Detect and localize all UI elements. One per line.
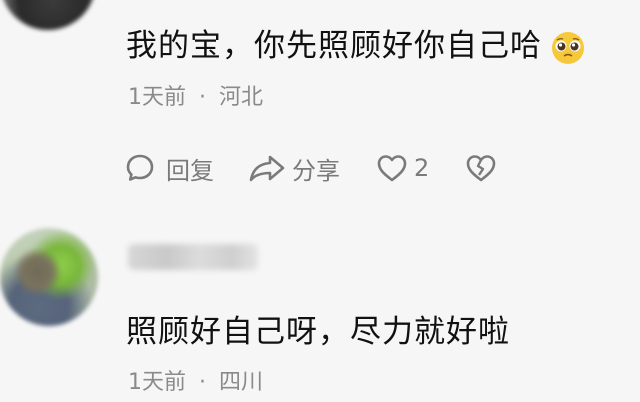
share-button[interactable]: 分享: [248, 151, 340, 186]
comment-time: 1天前: [128, 85, 186, 110]
comment-actions: 回复 分享 2: [124, 150, 497, 186]
meta-separator: ·: [199, 370, 206, 395]
pleading-face-icon: [552, 31, 584, 64]
comment-location: 四川: [219, 370, 264, 395]
avatar[interactable]: [0, 0, 96, 30]
comment-location: 河北: [219, 85, 264, 110]
share-arrow-icon: [249, 155, 285, 182]
like-button[interactable]: 2: [376, 153, 429, 183]
meta-separator: ·: [199, 85, 206, 110]
reply-label: 回复: [166, 156, 214, 185]
reply-button[interactable]: 回复: [124, 151, 214, 186]
comment-text-content: 照顾好自己呀，尽力就好啦: [126, 314, 510, 350]
broken-heart-icon: [466, 155, 496, 182]
comment-text: 我的宝，你先照顾好你自己哈: [126, 20, 586, 66]
comment-meta: 1天前 · 河北: [128, 79, 263, 111]
share-label: 分享: [292, 156, 340, 185]
comment-text-content: 我的宝，你先照顾好你自己哈: [126, 28, 542, 64]
like-count: 2: [414, 154, 430, 182]
comment-bubble-icon: [126, 154, 154, 181]
comment-text: 照顾好自己呀，尽力就好啦: [126, 306, 510, 351]
dislike-button[interactable]: [465, 153, 497, 183]
heart-icon: [377, 155, 407, 182]
username-blurred[interactable]: [128, 244, 258, 270]
avatar[interactable]: [0, 228, 98, 326]
comment-time: 1天前: [128, 370, 186, 395]
comment-meta: 1天前 · 四川: [128, 364, 263, 396]
